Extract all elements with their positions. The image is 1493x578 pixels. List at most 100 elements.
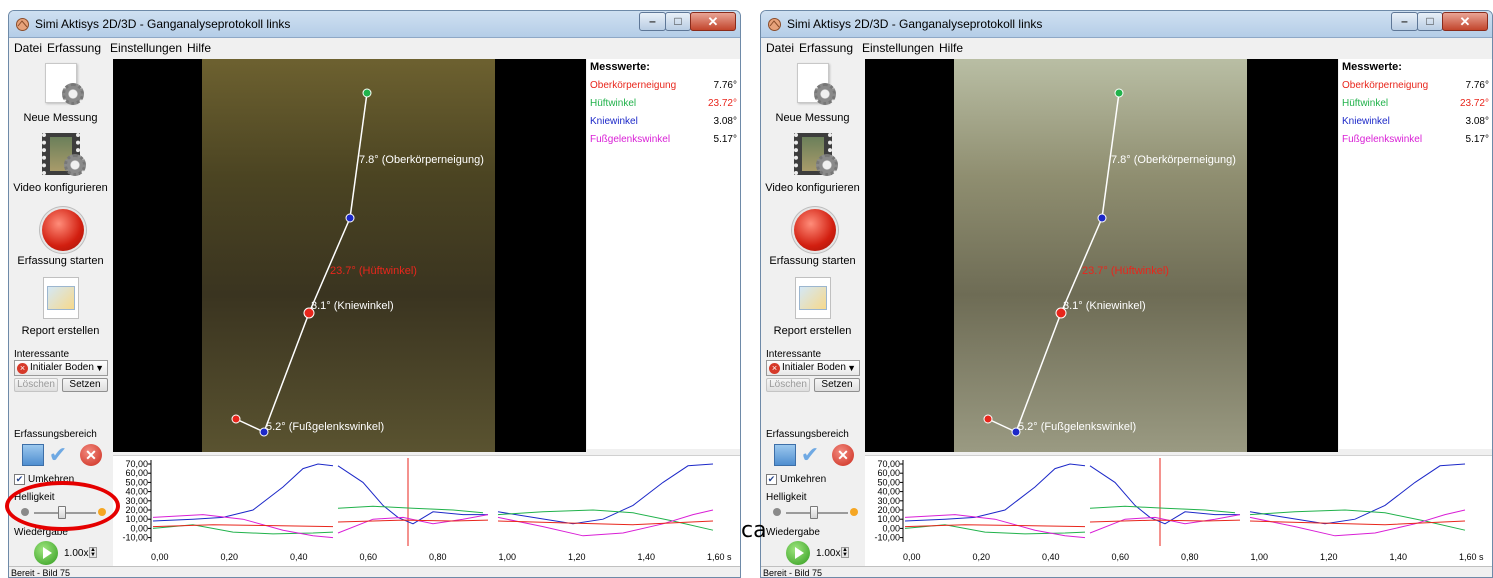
playback-label: Wiedergabe bbox=[766, 527, 820, 538]
knee-angle-curve bbox=[1089, 465, 1240, 525]
menu-datei[interactable]: Datei bbox=[766, 41, 794, 55]
checkmark-icon[interactable]: ✔ bbox=[799, 444, 821, 466]
play-button[interactable] bbox=[786, 541, 810, 565]
x-tick-label: 0,40 bbox=[290, 552, 308, 562]
new-measure-label: Neue Messung bbox=[775, 112, 850, 124]
area-select-button[interactable] bbox=[22, 444, 44, 466]
measure-name: Fußgelenkswinkel bbox=[1342, 134, 1423, 145]
menu-erfassung[interactable]: Erfassung bbox=[47, 41, 101, 55]
knee-angle-curve bbox=[337, 465, 488, 525]
speed-value: 1.00x bbox=[816, 548, 841, 559]
measure-row: Fußgelenkswinkel 5.17° bbox=[1342, 134, 1489, 148]
app-window-left: Simi Aktisys 2D/3D - Ganganalyseprotokol… bbox=[8, 10, 741, 578]
set-button[interactable]: Setzen bbox=[814, 378, 860, 392]
measure-row: Fußgelenkswinkel 5.17° bbox=[590, 134, 737, 148]
hip-angle-label: 23.7° (Hüftwinkel) bbox=[1082, 265, 1169, 277]
play-icon bbox=[43, 547, 52, 559]
invert-checkbox[interactable]: ✔ bbox=[14, 474, 25, 485]
menu-datei[interactable]: Datei bbox=[14, 41, 42, 55]
hip-angle-curve bbox=[1249, 509, 1466, 531]
title-bar[interactable]: Simi Aktisys 2D/3D - Ganganalyseprotokol… bbox=[761, 11, 1492, 38]
measure-name: Oberkörperneigung bbox=[1342, 80, 1429, 91]
brightness-slider[interactable] bbox=[810, 506, 819, 519]
x-tick-label: 0,40 bbox=[1042, 552, 1060, 562]
maximize-button[interactable]: □ bbox=[1417, 12, 1443, 31]
play-button[interactable] bbox=[34, 541, 58, 565]
menu-erfassung[interactable]: Erfassung bbox=[799, 41, 853, 55]
angle-chart[interactable]: 70,00 60,00 50,00 40,00 30,00 20,00 10,00 0,00-… bbox=[113, 455, 740, 566]
speed-spinner[interactable]: ▲ ▼ bbox=[89, 547, 97, 558]
area-select-button[interactable] bbox=[774, 444, 796, 466]
measure-value: 3.08° bbox=[713, 116, 737, 127]
x-tick-label: 1,60 s bbox=[707, 552, 732, 562]
measure-value: 7.76° bbox=[713, 80, 737, 91]
minimize-button[interactable]: – bbox=[1391, 12, 1418, 31]
new-measure-button[interactable]: Neue Messung bbox=[9, 61, 112, 127]
title-bar[interactable]: Simi Aktisys 2D/3D - Ganganalyseprotokol… bbox=[9, 11, 740, 38]
x-tick-label: 1,20 bbox=[1320, 552, 1338, 562]
x-tick-label: 0,20 bbox=[973, 552, 991, 562]
measure-name: Kniewinkel bbox=[1342, 116, 1390, 127]
interest-combo[interactable]: × Initialer Boden ▼ bbox=[14, 360, 108, 376]
interest-label: Interessante bbox=[766, 349, 822, 360]
play-icon bbox=[795, 547, 804, 559]
cancel-area-button[interactable]: ✕ bbox=[832, 444, 854, 466]
ankle-angle-label: 5.2° (Fußgelenkswinkel) bbox=[266, 421, 384, 433]
measure-value: 23.72° bbox=[1459, 98, 1489, 109]
menu-einstellungen[interactable]: Einstellungen bbox=[862, 41, 934, 55]
speed-spinner[interactable]: ▲ ▼ bbox=[841, 547, 849, 558]
close-button[interactable]: ✕ bbox=[690, 12, 736, 31]
trunk-angle-label: 7.8° (Oberkörperneigung) bbox=[1111, 154, 1236, 166]
start-capture-button[interactable]: Erfassung starten bbox=[761, 207, 864, 269]
video-config-button[interactable]: Video konfigurieren bbox=[9, 131, 112, 197]
trunk-angle-label: 7.8° (Oberkörperneigung) bbox=[359, 154, 484, 166]
knee-angle-curve bbox=[1249, 463, 1466, 525]
gear-icon bbox=[64, 154, 86, 176]
x-tick-label: 0,80 bbox=[1181, 552, 1199, 562]
stray-text: ca bbox=[741, 518, 767, 543]
set-button[interactable]: Setzen bbox=[62, 378, 108, 392]
video-view[interactable]: 7.8° (Oberkörperneigung) 23.7° (Hüftwink… bbox=[113, 59, 586, 452]
menu-hilfe[interactable]: Hilfe bbox=[187, 41, 211, 55]
measure-value: 7.76° bbox=[1465, 80, 1489, 91]
checkmark-icon[interactable]: ✔ bbox=[47, 444, 69, 466]
chevron-down-icon: ▼ bbox=[847, 363, 856, 373]
y-tick-label: -10,00 bbox=[122, 533, 148, 543]
report-button[interactable]: Report erstellen bbox=[9, 277, 112, 339]
cancel-area-button[interactable]: ✕ bbox=[80, 444, 102, 466]
shoulder-marker bbox=[362, 88, 372, 98]
close-button[interactable]: ✕ bbox=[1442, 12, 1488, 31]
trunk-angle-curve bbox=[1089, 519, 1241, 523]
hip-angle-label: 23.7° (Hüftwinkel) bbox=[330, 265, 417, 277]
video-view[interactable]: 7.8° (Oberkörperneigung) 23.7° (Hüftwink… bbox=[865, 59, 1338, 452]
start-capture-label: Erfassung starten bbox=[17, 255, 104, 267]
angle-chart[interactable]: 70,00 60,00 50,00 40,00 30,00 20,00 10,00 0,00-… bbox=[865, 455, 1492, 566]
minimize-button[interactable]: – bbox=[639, 12, 666, 31]
menu-einstellungen[interactable]: Einstellungen bbox=[110, 41, 182, 55]
delete-button[interactable]: Löschen bbox=[14, 378, 58, 392]
menu-bar: Datei Erfassung Einstellungen Hilfe bbox=[761, 39, 1492, 57]
menu-hilfe[interactable]: Hilfe bbox=[939, 41, 963, 55]
dark-dot-icon bbox=[773, 508, 781, 516]
invert-checkbox[interactable]: ✔ bbox=[766, 474, 777, 485]
measure-row: Kniewinkel 3.08° bbox=[1342, 116, 1489, 130]
report-button[interactable]: Report erstellen bbox=[761, 277, 864, 339]
measure-name: Hüftwinkel bbox=[1342, 98, 1389, 109]
new-measure-button[interactable]: Neue Messung bbox=[761, 61, 864, 127]
gear-icon bbox=[816, 154, 838, 176]
delete-button[interactable]: Löschen bbox=[766, 378, 810, 392]
measure-name: Fußgelenkswinkel bbox=[590, 134, 671, 145]
interest-combo[interactable]: × Initialer Boden ▼ bbox=[766, 360, 860, 376]
report-icon bbox=[795, 277, 831, 319]
x-tick-label: 1,40 bbox=[638, 552, 656, 562]
maximize-icon: □ bbox=[674, 14, 682, 28]
maximize-button[interactable]: □ bbox=[665, 12, 691, 31]
measure-row: Kniewinkel 3.08° bbox=[590, 116, 737, 130]
start-capture-button[interactable]: Erfassung starten bbox=[9, 207, 112, 269]
invert-label: Umkehren bbox=[780, 474, 827, 485]
x-tick-label: 1,00 bbox=[1251, 552, 1269, 562]
x-tick-label: 0,00 bbox=[151, 552, 169, 562]
hip-angle-curve bbox=[337, 505, 484, 514]
interest-combo-value: Initialer Boden bbox=[30, 362, 94, 373]
video-config-button[interactable]: Video konfigurieren bbox=[761, 131, 864, 197]
